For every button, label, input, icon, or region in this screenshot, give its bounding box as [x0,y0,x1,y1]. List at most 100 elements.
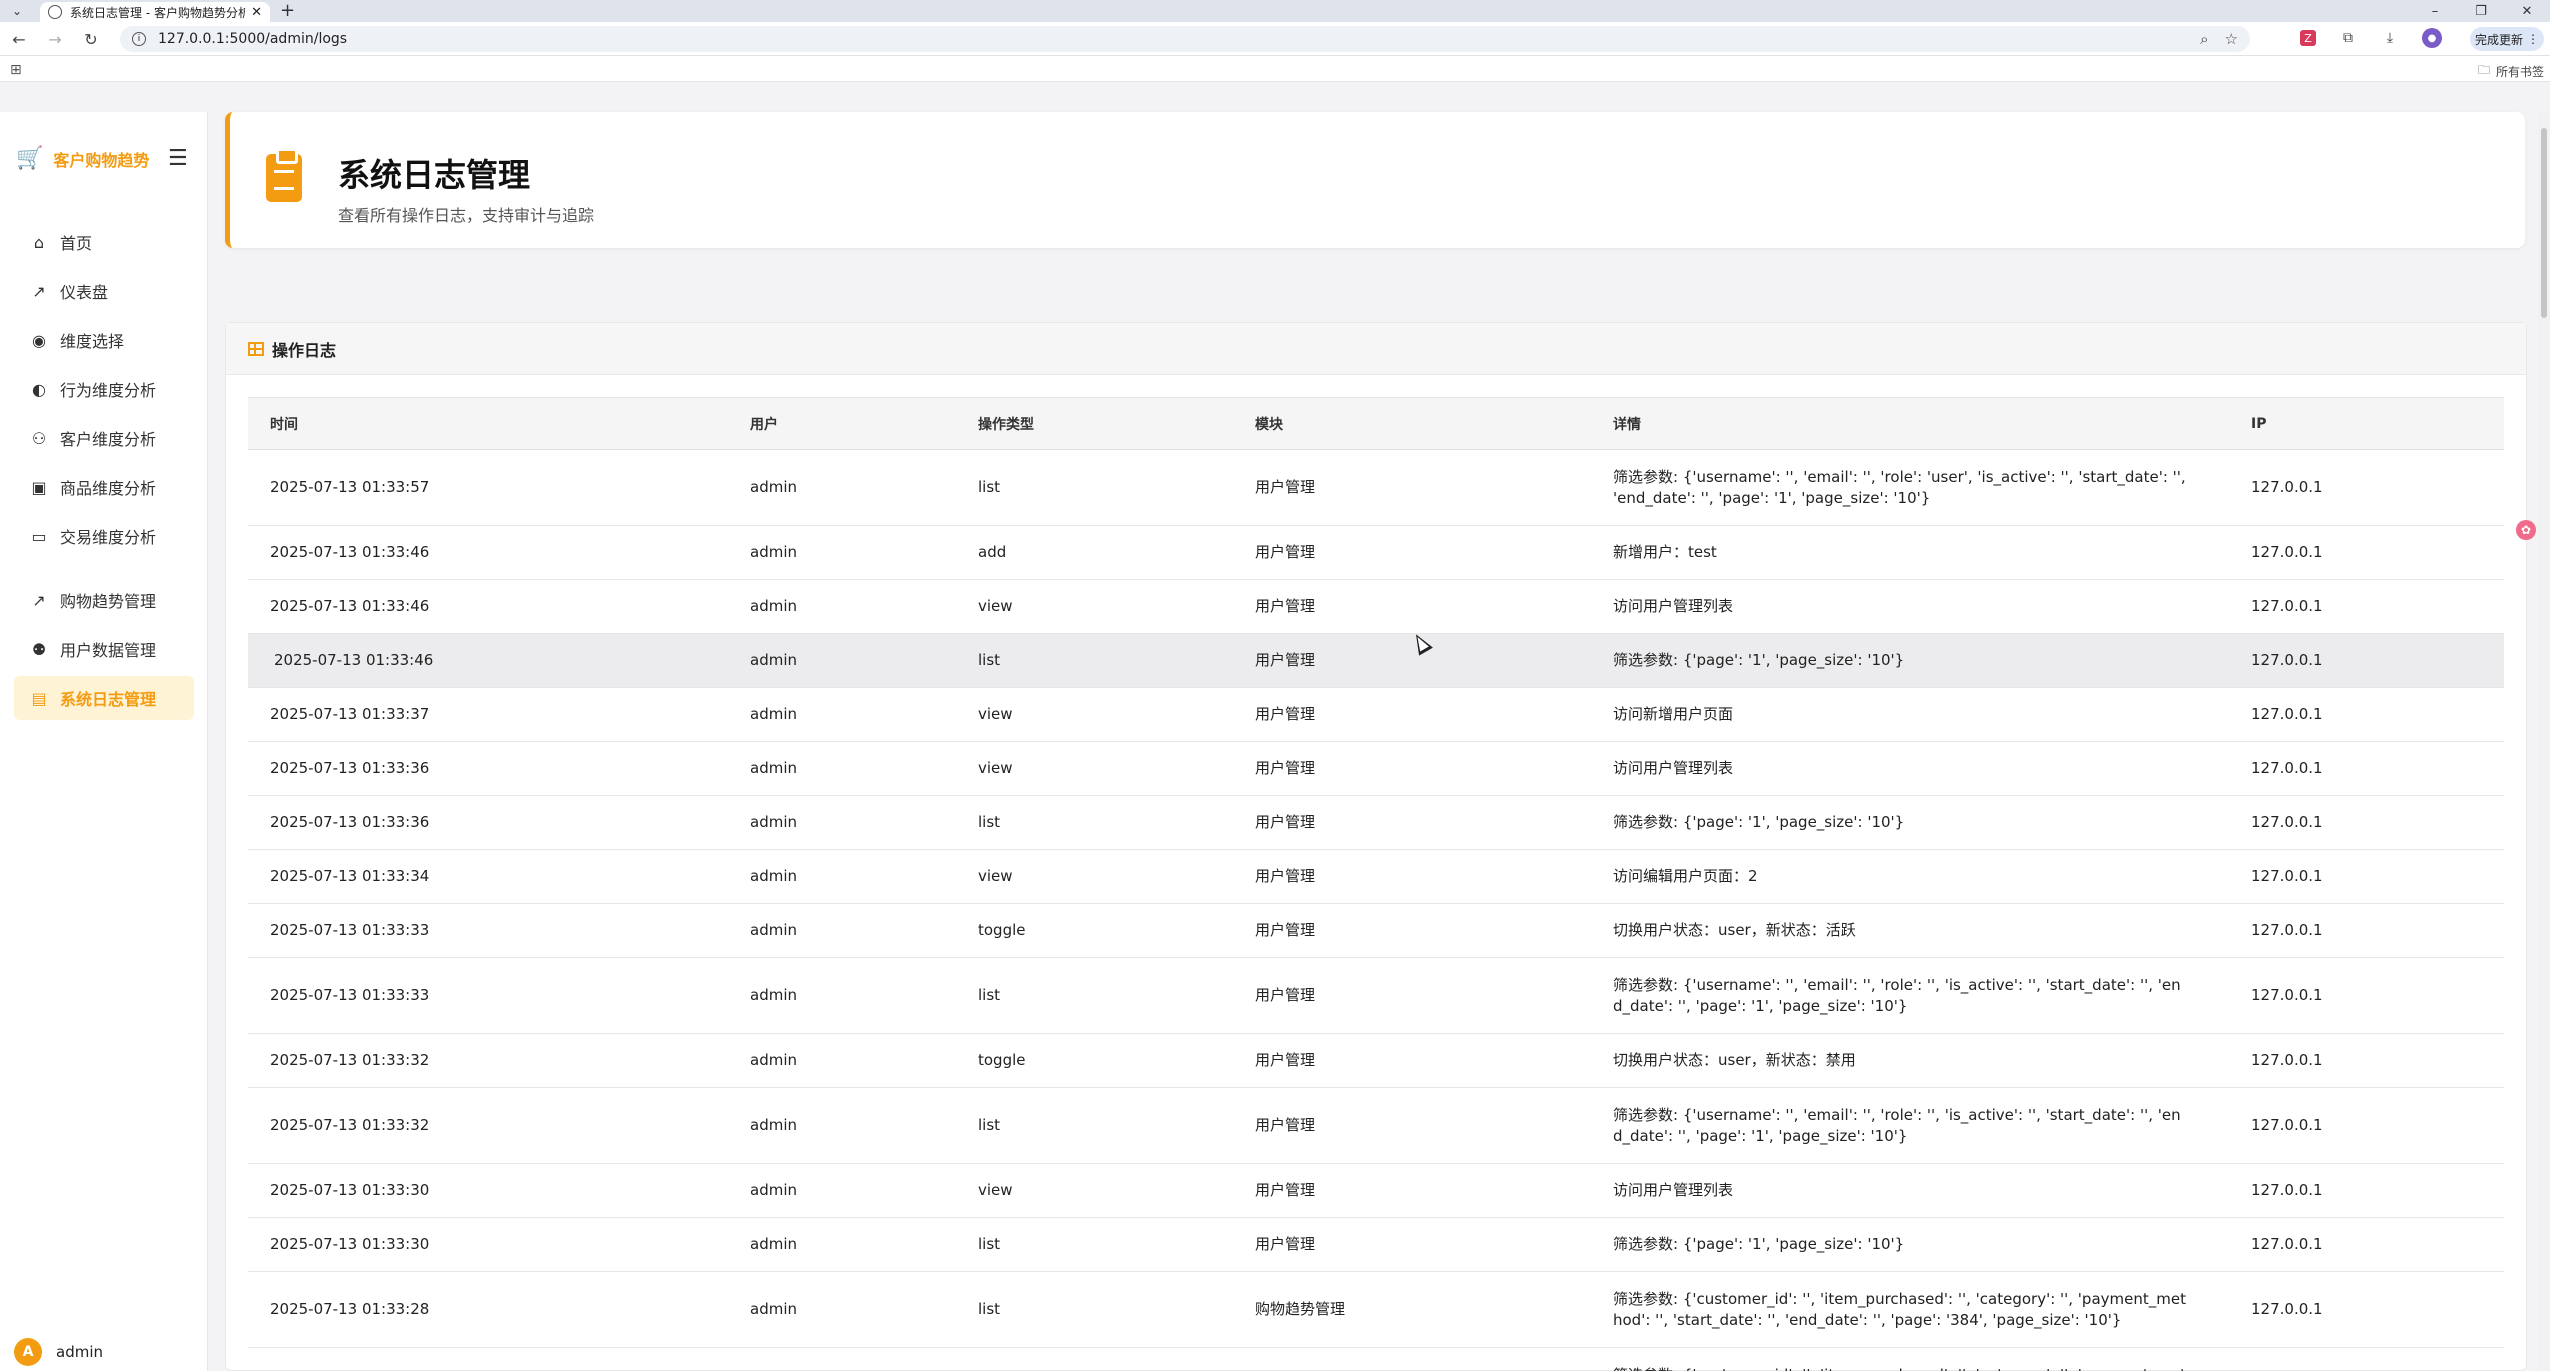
sidebar-item-dashboard[interactable]: ↗ 仪表盘 [14,269,194,313]
page-scrollbar[interactable] [2538,112,2550,1371]
cell-time: 2025-07-13 01:33:32 [248,1033,728,1088]
table-row[interactable]: 2025-07-13 01:33:37 admin view 用户管理 访问新增… [248,687,2504,742]
table-row[interactable]: 2025-07-13 01:33:30 admin view 用户管理 访问用户… [248,1163,2504,1218]
table-row[interactable]: 2025-07-13 01:33:46 admin view 用户管理 访问用户… [248,579,2504,634]
table-row[interactable]: 2025-07-13 01:33:57 admin list 用户管理 筛选参数… [248,449,2504,526]
cell-module: 购物趋势管理 [1233,1271,1591,1348]
user-gear-icon: ⚉ [31,639,47,659]
address-bar[interactable]: i 127.0.0.1:5000/admin/logs ⌕ ☆ [120,26,2250,52]
cell-module: 用户管理 [1233,1033,1591,1088]
column-header-time[interactable]: 时间 [248,397,728,450]
table-row[interactable]: 2025-07-13 01:33:32 admin list 用户管理 筛选参数… [248,1087,2504,1164]
page-title: 系统日志管理 [338,156,531,194]
all-bookmarks-button[interactable]: 🗀 所有书签 [2478,61,2544,82]
tab-list-chevron-icon[interactable]: ⌄ [4,2,30,20]
menu-toggle-icon[interactable]: ☰ [168,146,188,171]
tab-close-button[interactable]: ✕ [251,5,262,20]
sidebar-item-behavior-analysis[interactable]: ◐ 行为维度分析 [14,367,194,411]
table-row[interactable]: 2025-07-13 01:33:46 admin list 用户管理 筛选参数… [248,633,2504,688]
cell-time [248,1347,728,1371]
cell-detail: 筛选参数: {'username': '', 'email': '', 'rol… [1591,957,2229,1034]
table-row[interactable]: 2025-07-13 01:33:33 admin toggle 用户管理 切换… [248,903,2504,958]
current-user[interactable]: A admin [14,1338,103,1366]
cell-user: admin [728,1217,956,1272]
cell-ip [2229,1347,2504,1371]
extension-icon[interactable]: Z [2300,30,2316,46]
cell-ip: 127.0.0.1 [2229,849,2504,904]
table-row[interactable]: 2025-07-13 01:33:32 admin toggle 用户管理 切换… [248,1033,2504,1088]
extension-icons: Z ⧉ ⤓ ● [2300,28,2442,48]
table-row[interactable]: 2025-07-13 01:33:36 admin view 用户管理 访问用户… [248,741,2504,796]
cell-ip: 127.0.0.1 [2229,687,2504,742]
sidebar-item-trend-management[interactable]: ↗ 购物趋势管理 [14,578,194,622]
sidebar-item-system-logs[interactable]: ▤ 系统日志管理 [14,676,194,720]
sidebar-item-product-analysis[interactable]: ▣ 商品维度分析 [14,465,194,509]
table-row[interactable]: 2025-07-13 01:33:30 admin list 用户管理 筛选参数… [248,1217,2504,1272]
column-header-module[interactable]: 模块 [1233,397,1591,450]
new-tab-button[interactable]: + [280,2,295,20]
browser-tab[interactable]: 系统日志管理 - 客户购物趋势分析 ✕ [40,2,270,22]
sidebar-item-label: 客户维度分析 [60,430,157,449]
download-icon[interactable]: ⤓ [2380,28,2400,48]
cell-user: admin [728,449,956,526]
sidebar-item-home[interactable]: ⌂ 首页 [14,220,194,264]
table-row[interactable]: 2025-07-13 01:33:28 admin list 购物趋势管理 筛选… [248,1271,2504,1348]
zoom-icon[interactable]: ⌕ [2200,30,2208,48]
column-header-user[interactable]: 用户 [728,397,956,450]
back-arrow-icon[interactable]: ← [8,28,30,50]
sidebar-item-dimension-select[interactable]: ◉ 维度选择 [14,318,194,362]
bookmark-star-icon[interactable]: ☆ [2225,30,2238,48]
reload-icon[interactable]: ↻ [80,28,102,50]
close-window-icon[interactable]: ✕ [2504,0,2550,22]
minimize-icon[interactable]: – [2412,0,2458,22]
cell-action: list [956,1217,1233,1272]
table-row[interactable]: 2025-07-13 01:33:34 admin view 用户管理 访问编辑… [248,849,2504,904]
cell-detail: 访问用户管理列表 [1591,741,2229,796]
sidebar-item-customer-analysis[interactable]: ⚇ 客户维度分析 [14,416,194,460]
cell-time: 2025-07-13 01:33:33 [248,903,728,958]
sidebar-item-transaction-analysis[interactable]: ▭ 交易维度分析 [14,514,194,558]
sidebar-item-user-management[interactable]: ⚉ 用户数据管理 [14,627,194,671]
puzzle-extensions-icon[interactable]: ⧉ [2338,28,2358,48]
scrollbar-thumb[interactable] [2541,128,2547,318]
cell-ip: 127.0.0.1 [2229,741,2504,796]
cell-user: admin [728,1271,956,1348]
site-info-icon[interactable]: i [132,32,146,46]
cell-user: admin [728,633,956,688]
apps-grid-icon[interactable]: ⊞ [10,62,22,78]
table-row[interactable]: 2025-07-13 01:33:36 admin list 用户管理 筛选参数… [248,795,2504,850]
cell-user: admin [728,687,956,742]
window-controls: – ❐ ✕ [2412,0,2550,22]
cell-action: view [956,1163,1233,1218]
forward-arrow-icon[interactable]: → [44,28,66,50]
cell-module: 用户管理 [1233,687,1591,742]
table-row[interactable]: 筛选参数: {'customer_id': '', 'item_purchase… [248,1347,2504,1371]
cell-ip: 127.0.0.1 [2229,633,2504,688]
folder-icon: 🗀 [2477,63,2490,77]
cell-user: admin [728,525,956,580]
table-row[interactable]: 2025-07-13 01:33:33 admin list 用户管理 筛选参数… [248,957,2504,1034]
cell-action: list [956,633,1233,688]
cell-action: list [956,957,1233,1034]
cell-action: view [956,579,1233,634]
more-menu-icon[interactable]: ⋮ [2527,32,2539,46]
column-header-ip[interactable]: IP [2229,397,2504,450]
restore-icon[interactable]: ❐ [2458,0,2504,22]
cell-time: 2025-07-13 01:33:37 [248,687,728,742]
compass-icon: ◉ [32,330,46,350]
table-row[interactable]: 2025-07-13 01:33:46 admin add 用户管理 新增用户：… [248,525,2504,580]
brand[interactable]: 🛒 客户购物趋势 [16,146,149,171]
profile-avatar-icon[interactable]: ● [2422,28,2442,48]
cell-detail: 筛选参数: {'customer_id': '', 'item_purchase… [1591,1347,2229,1371]
panel-title: 操作日志 [272,340,337,360]
floating-assistant-icon[interactable]: ✿ [2516,520,2536,540]
column-header-detail[interactable]: 详情 [1591,397,2229,450]
table-icon [248,341,264,356]
column-header-action[interactable]: 操作类型 [956,397,1233,450]
sidebar-item-label: 仪表盘 [60,283,109,302]
cell-detail: 访问用户管理列表 [1591,579,2229,634]
update-button[interactable]: 完成更新 ⋮ [2470,27,2544,51]
cell-action: view [956,741,1233,796]
avatar: A [14,1338,42,1366]
cell-time: 2025-07-13 01:33:36 [248,741,728,796]
